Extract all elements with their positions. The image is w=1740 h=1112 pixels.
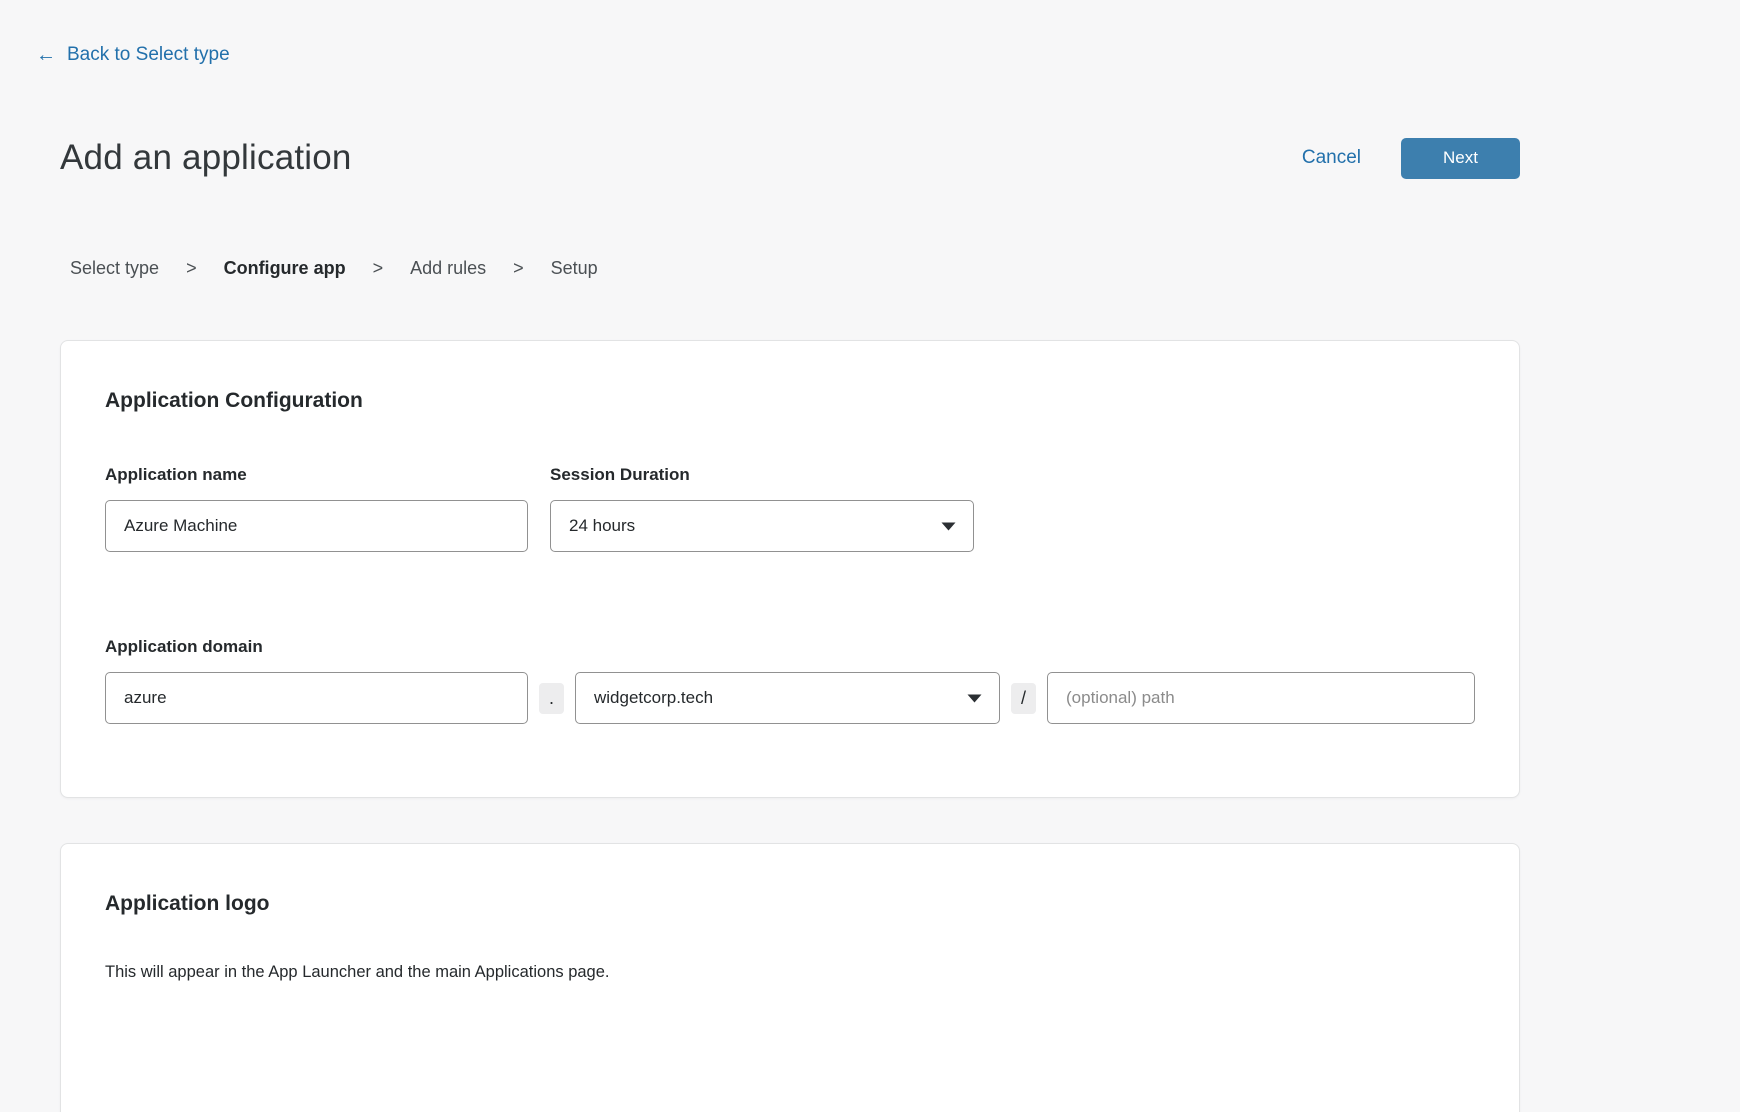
application-domain-row: . widgetcorp.tech / (105, 672, 1475, 724)
breadcrumb-step-setup: Setup (551, 258, 598, 279)
session-duration-value: 24 hours (569, 516, 635, 536)
application-domain-label: Application domain (105, 637, 1475, 657)
name-session-row: Application name Session Duration 24 hou… (105, 465, 1475, 552)
chevron-down-icon (941, 522, 956, 531)
add-application-page: ← Back to Select type Add an application… (0, 0, 1740, 1112)
application-name-label: Application name (105, 465, 528, 485)
session-duration-select[interactable]: 24 hours (550, 500, 974, 552)
breadcrumb-separator: > (513, 258, 524, 279)
breadcrumb-step-select-type[interactable]: Select type (70, 258, 159, 279)
session-duration-label: Session Duration (550, 465, 974, 485)
session-duration-field-group: Session Duration 24 hours (550, 465, 974, 552)
chevron-down-icon (967, 694, 982, 703)
application-configuration-title: Application Configuration (105, 389, 1475, 413)
breadcrumb-separator: > (186, 258, 197, 279)
application-domain-field-group: Application domain . widgetcorp.tech / (105, 637, 1475, 724)
subdomain-input[interactable] (105, 672, 528, 724)
domain-select[interactable]: widgetcorp.tech (575, 672, 1000, 724)
slash-separator: / (1011, 683, 1036, 714)
application-configuration-card: Application Configuration Application na… (60, 340, 1520, 798)
breadcrumb-step-add-rules: Add rules (410, 258, 486, 279)
application-logo-title: Application logo (105, 892, 1475, 916)
breadcrumb-separator: > (373, 258, 384, 279)
page-title: Add an application (60, 138, 352, 178)
cancel-button[interactable]: Cancel (1302, 147, 1361, 169)
application-name-input[interactable] (105, 500, 528, 552)
back-link-label: Back to Select type (67, 44, 230, 66)
back-to-select-type-link[interactable]: ← Back to Select type (36, 44, 230, 66)
header-actions: Cancel Next (1302, 138, 1520, 179)
domain-select-value: widgetcorp.tech (594, 688, 713, 708)
breadcrumb-step-configure-app: Configure app (224, 258, 346, 279)
application-name-field-group: Application name (105, 465, 528, 552)
application-logo-description: This will appear in the App Launcher and… (105, 962, 1475, 982)
page-header: Add an application Cancel Next (60, 134, 1520, 182)
breadcrumb: Select type > Configure app > Add rules … (70, 258, 598, 279)
dot-separator: . (539, 683, 564, 714)
back-arrow-icon: ← (36, 45, 56, 65)
path-input[interactable] (1047, 672, 1475, 724)
application-logo-card: Application logo This will appear in the… (60, 843, 1520, 1112)
next-button[interactable]: Next (1401, 138, 1520, 179)
